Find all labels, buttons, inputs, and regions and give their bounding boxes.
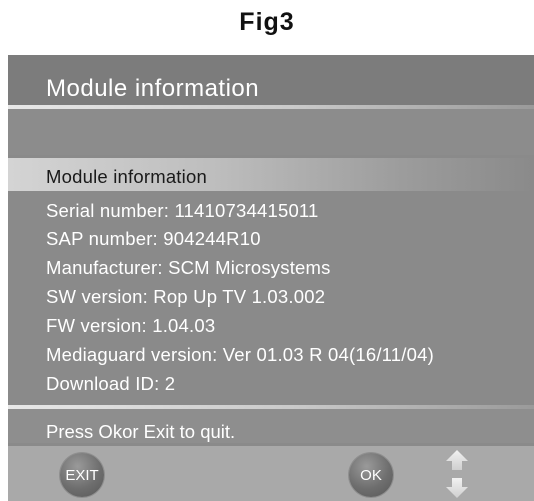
up-down-arrows-graphic <box>446 450 468 498</box>
down-arrow-icon <box>446 478 468 498</box>
mediaguard-version-line: Mediaguard version: Ver 01.03 R 04(16/11… <box>46 344 434 365</box>
figure: Fig3 Module information Module informati… <box>0 0 534 501</box>
up-down-arrows-icon[interactable] <box>442 448 472 500</box>
serial-number-line: Serial number: 11410734415011 <box>46 200 319 221</box>
module-information-screen: Module information Module information Se… <box>8 55 534 501</box>
download-id-line: Download ID: 2 <box>46 373 176 394</box>
figure-caption: Fig3 <box>239 8 295 36</box>
ok-button-label: OK <box>360 466 382 484</box>
up-arrow-icon <box>446 450 468 470</box>
status-message: Press Okor Exit to quit. <box>46 421 236 442</box>
title-bar: Module information <box>8 55 534 105</box>
fw-version-line: FW version: 1.04.03 <box>46 315 216 336</box>
sw-version-line: SW version: Rop Up TV 1.03.002 <box>46 286 326 307</box>
exit-button[interactable]: EXIT <box>60 453 104 497</box>
ok-button[interactable]: OK <box>349 453 393 497</box>
selected-item-label: Module information <box>46 166 207 187</box>
sap-number-line: SAP number: 904244R10 <box>46 228 261 249</box>
manufacturer-line: Manufacturer: SCM Microsystems <box>46 257 331 278</box>
empty-band <box>8 109 534 155</box>
exit-button-label: EXIT <box>65 466 99 484</box>
screen-title: Module information <box>46 75 260 102</box>
